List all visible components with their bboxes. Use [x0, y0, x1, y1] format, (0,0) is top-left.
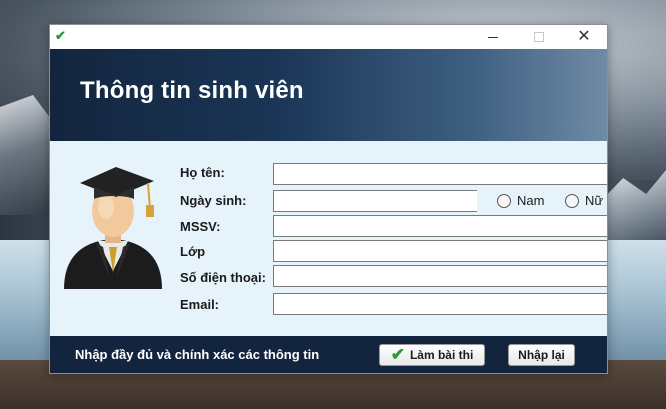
class-input[interactable] [273, 240, 607, 262]
birthdate-label: Ngày sinh: [180, 193, 247, 208]
header-banner: Thông tin sinh viên [50, 49, 607, 141]
maximize-button[interactable] [516, 25, 562, 49]
radio-circle-icon [497, 193, 511, 208]
maximize-icon [534, 32, 544, 42]
radio-circle-icon [565, 193, 579, 208]
gender-female-radio[interactable]: Nữ [565, 193, 603, 208]
graduate-avatar-icon [64, 167, 162, 289]
birthdate-input[interactable] [273, 190, 477, 212]
phone-label: Số điện thoại: [180, 270, 266, 285]
check-icon: ✔ [55, 28, 66, 43]
phone-input[interactable] [273, 265, 607, 287]
email-input[interactable] [273, 293, 607, 315]
instruction-text: Nhập đầy đủ và chính xác các thông tin [75, 347, 320, 362]
wallpaper-mountain-right [600, 170, 666, 250]
student-info-window: ✔ ✕ Thông tin sinh viên Họ tên: Ngày sin… [49, 24, 608, 374]
minimize-button[interactable] [470, 25, 516, 49]
start-exam-label: Làm bài thi [409, 348, 474, 362]
check-icon: ✔ [390, 345, 405, 364]
minimize-icon [488, 36, 498, 38]
gender-male-radio[interactable]: Nam [497, 193, 544, 208]
reset-button[interactable]: Nhập lại [508, 344, 575, 366]
name-label: Họ tên: [180, 165, 225, 180]
student-id-input[interactable] [273, 215, 607, 237]
footer-bar: Nhập đầy đủ và chính xác các thông tin ✔… [50, 336, 607, 373]
page-title: Thông tin sinh viên [80, 77, 304, 104]
email-label: Email: [180, 297, 220, 312]
close-icon: ✕ [577, 28, 591, 45]
close-button[interactable]: ✕ [561, 25, 607, 49]
gender-female-label: Nữ [585, 193, 604, 208]
name-input[interactable] [273, 163, 607, 185]
title-bar[interactable]: ✔ ✕ [50, 25, 607, 49]
form-panel: Họ tên: Ngày sinh: Nam Nữ MSSV: Lớp Số đ… [50, 141, 607, 336]
start-exam-button[interactable]: ✔ Làm bài thi [379, 344, 485, 366]
gender-male-label: Nam [517, 193, 545, 208]
student-id-label: MSSV: [180, 219, 221, 234]
class-label: Lớp [180, 244, 206, 259]
